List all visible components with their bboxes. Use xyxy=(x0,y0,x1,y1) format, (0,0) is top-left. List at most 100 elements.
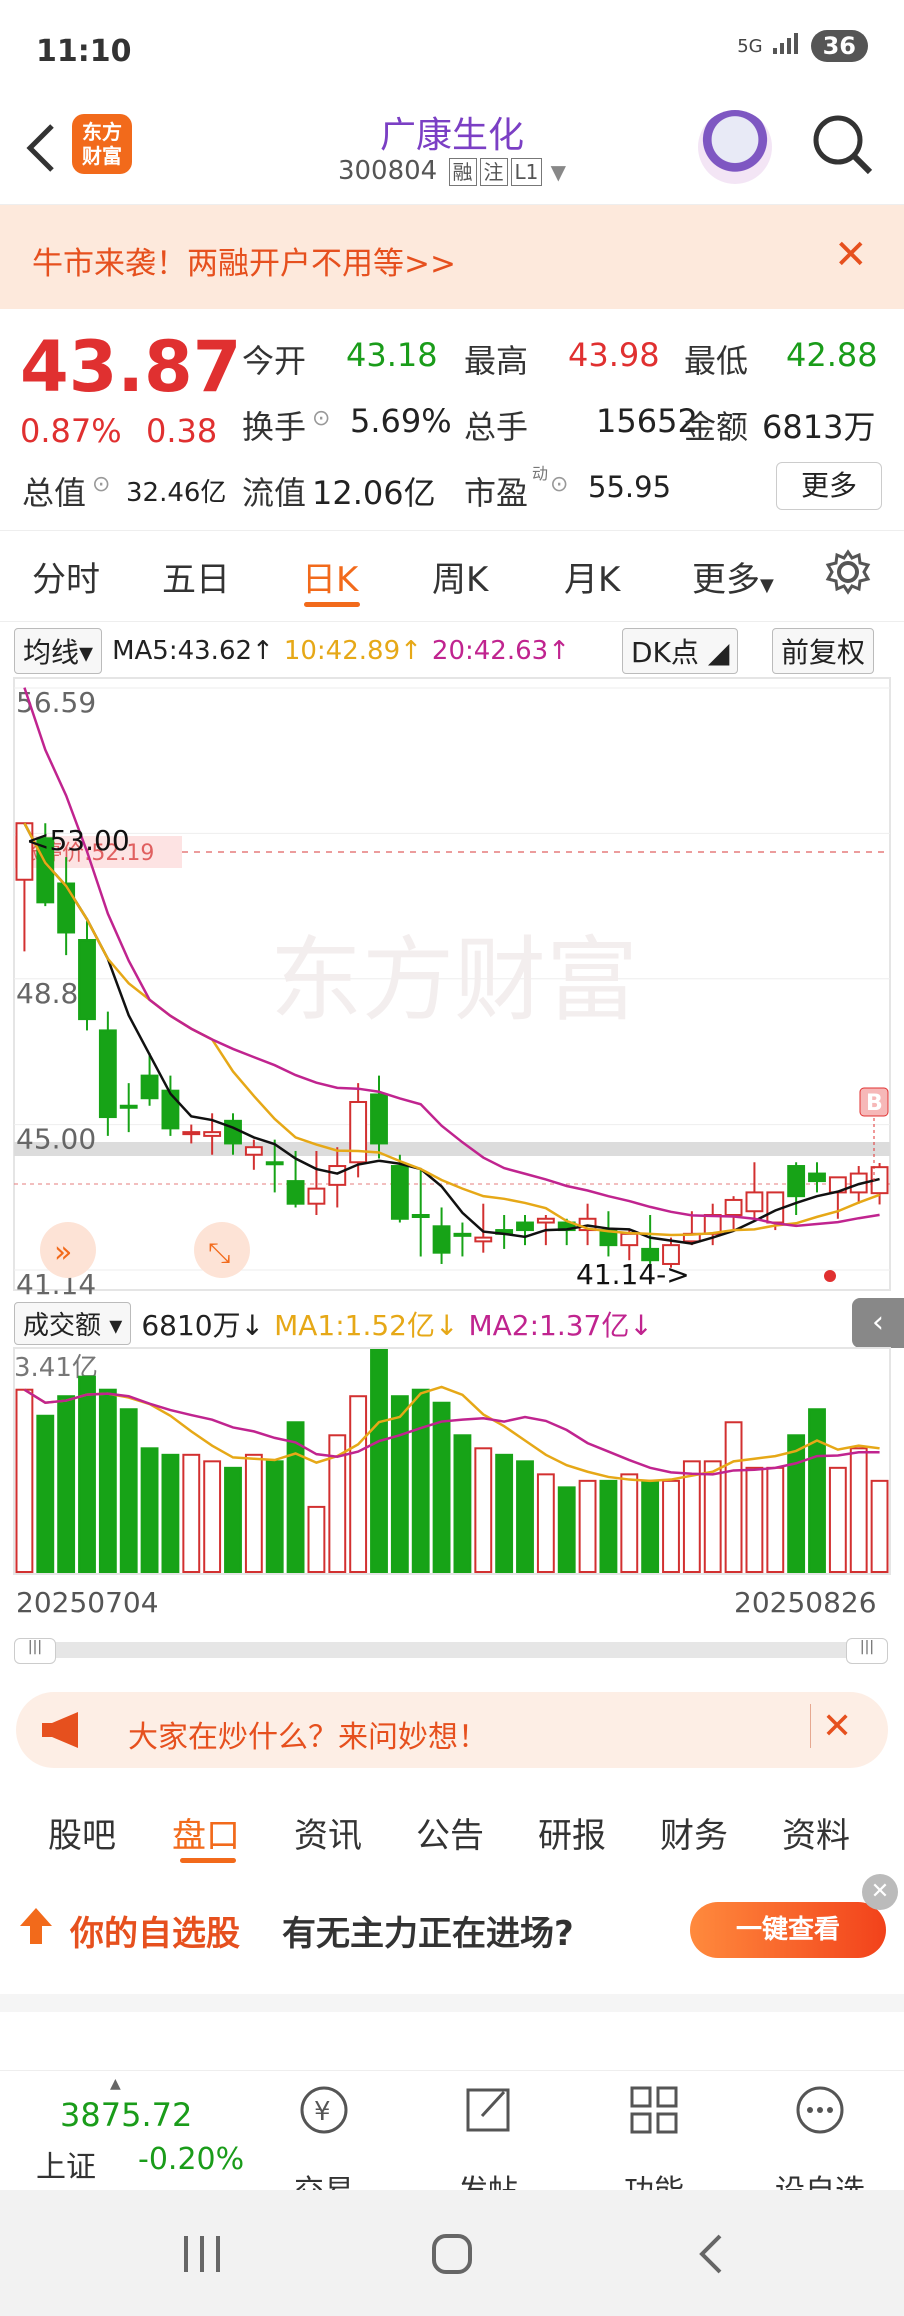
open-value: 43.18 xyxy=(346,336,438,374)
candle[interactable] xyxy=(244,1146,263,1156)
subtab-forum[interactable]: 股吧 xyxy=(48,1808,116,1857)
candle[interactable] xyxy=(536,1217,555,1224)
signal-icon xyxy=(772,32,801,60)
index-value[interactable]: 3875.72 xyxy=(60,2096,192,2134)
subtab-announcements[interactable]: 公告 xyxy=(416,1808,484,1857)
candle[interactable] xyxy=(745,1191,764,1213)
candle[interactable] xyxy=(224,1119,242,1145)
candle[interactable] xyxy=(620,1232,639,1247)
volume-bar xyxy=(349,1395,368,1574)
functions-grid-icon[interactable] xyxy=(594,2080,714,2144)
ma-select[interactable]: 均线▾ xyxy=(14,628,103,674)
recent-apps-icon[interactable] xyxy=(180,2232,224,2280)
tab-daily-k[interactable]: 日K xyxy=(302,552,358,601)
change-percent: 0.87% xyxy=(20,412,122,450)
candle[interactable] xyxy=(474,1236,493,1243)
volume-bar xyxy=(495,1453,514,1573)
subtab-research[interactable]: 研报 xyxy=(538,1808,606,1857)
candle[interactable] xyxy=(703,1214,722,1235)
post-icon[interactable] xyxy=(428,2080,548,2144)
candle[interactable] xyxy=(787,1165,806,1198)
candle[interactable] xyxy=(119,1104,138,1109)
tab-intraday[interactable]: 分时 xyxy=(32,552,100,601)
back-nav-icon[interactable] xyxy=(690,2232,734,2280)
ma20-value: 20:42.63↑ xyxy=(431,636,570,666)
candle[interactable] xyxy=(328,1165,347,1186)
candle[interactable] xyxy=(516,1221,534,1232)
candle[interactable] xyxy=(140,1074,159,1100)
tab-weekly-k[interactable]: 周K xyxy=(432,552,488,601)
ma-legend: 均线▾ MA5:43.62↑ 10:42.89↑ 20:42.63↑ xyxy=(14,628,570,674)
candle[interactable] xyxy=(432,1225,451,1254)
more-dots-icon[interactable] xyxy=(760,2080,880,2144)
search-icon[interactable] xyxy=(810,112,876,182)
price-band xyxy=(14,1142,890,1156)
candle[interactable] xyxy=(265,1161,284,1166)
high-marker-value: 53.00 xyxy=(49,824,129,857)
subtab-profile[interactable]: 资料 xyxy=(782,1808,850,1857)
tab-more[interactable]: 更多▼ xyxy=(692,552,774,601)
volume-chart[interactable]: 3.41亿 xyxy=(0,1346,904,1576)
promo-text: 有无主力正在进场? xyxy=(282,1914,574,1954)
info-icon[interactable]: ⊙ xyxy=(550,472,568,497)
candle[interactable] xyxy=(453,1232,472,1237)
info-icon[interactable]: ⊙ xyxy=(312,406,330,431)
active-subtab-indicator xyxy=(180,1858,236,1863)
info-icon[interactable]: ⊙ xyxy=(92,472,110,497)
candle[interactable] xyxy=(307,1187,326,1205)
candle[interactable] xyxy=(370,1093,388,1145)
candle[interactable] xyxy=(286,1180,305,1205)
volume-bar xyxy=(599,1479,618,1573)
subtab-financials[interactable]: 财务 xyxy=(660,1808,728,1857)
candle[interactable] xyxy=(724,1198,743,1217)
tab-five-day[interactable]: 五日 xyxy=(162,552,230,601)
candle[interactable] xyxy=(390,1165,409,1220)
high-label: 最高 xyxy=(464,342,529,380)
more-button[interactable]: 更多 xyxy=(776,462,882,510)
scroll-handle-left[interactable]: ||| xyxy=(14,1638,56,1664)
settings-gear-icon[interactable] xyxy=(824,548,872,600)
candle[interactable] xyxy=(161,1089,180,1130)
candle[interactable] xyxy=(98,1029,117,1119)
home-icon[interactable] xyxy=(430,2232,474,2280)
promo-banner-text[interactable]: 牛市来袭！两融开户不用等>> xyxy=(32,238,456,283)
subtab-news[interactable]: 资讯 xyxy=(294,1808,362,1857)
low-marker: 41.14-> xyxy=(576,1258,690,1291)
volume-bar xyxy=(411,1388,430,1573)
index-change[interactable]: -0.20% xyxy=(138,2142,244,2177)
volume-bar xyxy=(557,1486,576,1573)
collapse-side-button[interactable]: ‹ xyxy=(852,1298,904,1348)
close-icon[interactable]: ✕ xyxy=(862,1874,898,1910)
scroll-handle-right[interactable]: ||| xyxy=(846,1638,888,1664)
candle[interactable] xyxy=(411,1214,430,1219)
candle[interactable] xyxy=(57,882,76,934)
candle[interactable] xyxy=(78,939,96,1021)
close-icon[interactable]: ✕ xyxy=(822,1706,852,1747)
tab-monthly-k[interactable]: 月K xyxy=(564,552,620,601)
close-icon[interactable]: ✕ xyxy=(834,232,868,278)
dk-point-button[interactable]: DK点 ◢ xyxy=(622,628,739,674)
volume-bar xyxy=(620,1473,639,1573)
view-now-button[interactable]: 一键查看 xyxy=(690,1902,886,1958)
assistant-avatar-icon[interactable] xyxy=(698,110,772,184)
signal-dot xyxy=(824,1270,836,1282)
trade-icon[interactable]: ¥ xyxy=(264,2080,384,2144)
megaphone-icon xyxy=(40,1710,84,1754)
candle[interactable] xyxy=(349,1100,368,1164)
volume-select[interactable]: 成交额 ▾ xyxy=(14,1302,132,1345)
float-value: 12.06亿 xyxy=(312,474,436,512)
pe-superscript: 动 xyxy=(532,464,549,483)
adjust-button[interactable]: 前复权 xyxy=(772,628,875,674)
volume-bar xyxy=(849,1447,868,1573)
candle[interactable] xyxy=(203,1131,222,1137)
ask-bar-text[interactable]: 大家在炒什么？来问妙想！ xyxy=(128,1712,488,1756)
candle[interactable] xyxy=(808,1172,826,1183)
change-amount: 0.38 xyxy=(146,412,218,450)
candle[interactable] xyxy=(182,1131,201,1136)
ma5-value: MA5:43.62↑ xyxy=(112,636,274,666)
low-value: 42.88 xyxy=(786,336,878,374)
volume-legend: 成交额 ▾ 6810万↓ MA1:1.52亿↓ MA2:1.37亿↓ xyxy=(14,1302,653,1345)
index-name[interactable]: 上证 xyxy=(36,2142,96,2186)
timeline-scrollbar[interactable] xyxy=(14,1642,888,1658)
subtab-orderbook[interactable]: 盘口 xyxy=(172,1808,240,1857)
